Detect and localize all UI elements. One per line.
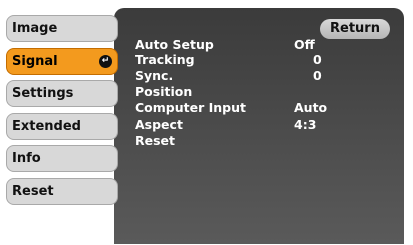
- value-tracking: 0: [313, 52, 322, 67]
- menu-item-reset[interactable]: Reset: [135, 133, 175, 149]
- tab-extended-label: Extended: [12, 119, 81, 134]
- tab-reset[interactable]: Reset: [6, 178, 118, 205]
- value-sync: 0: [313, 68, 322, 83]
- value-aspect: 4:3: [294, 117, 317, 132]
- menu-item-sync[interactable]: Sync.: [135, 68, 173, 84]
- tab-settings-label: Settings: [12, 86, 74, 101]
- menu-item-tracking[interactable]: Tracking: [135, 52, 195, 68]
- tab-reset-label: Reset: [12, 184, 54, 199]
- menu-item-computer-input[interactable]: Computer Input: [135, 100, 246, 116]
- menu-item-position[interactable]: Position: [135, 84, 192, 100]
- return-button[interactable]: Return: [320, 19, 390, 39]
- enter-icon: ↵: [99, 55, 112, 68]
- tab-signal[interactable]: Signal ↵: [6, 48, 118, 75]
- tab-image[interactable]: Image: [6, 15, 118, 42]
- menu-item-auto-setup[interactable]: Auto Setup: [135, 37, 214, 53]
- menu-item-aspect[interactable]: Aspect: [135, 117, 183, 133]
- tab-settings[interactable]: Settings: [6, 80, 118, 107]
- tab-extended[interactable]: Extended: [6, 113, 118, 140]
- tab-image-label: Image: [12, 21, 58, 36]
- tab-info[interactable]: Info: [6, 145, 118, 172]
- value-auto-setup: Off: [294, 37, 315, 52]
- value-computer-input: Auto: [294, 100, 328, 115]
- tab-info-label: Info: [12, 151, 41, 166]
- tab-signal-label: Signal: [12, 54, 58, 69]
